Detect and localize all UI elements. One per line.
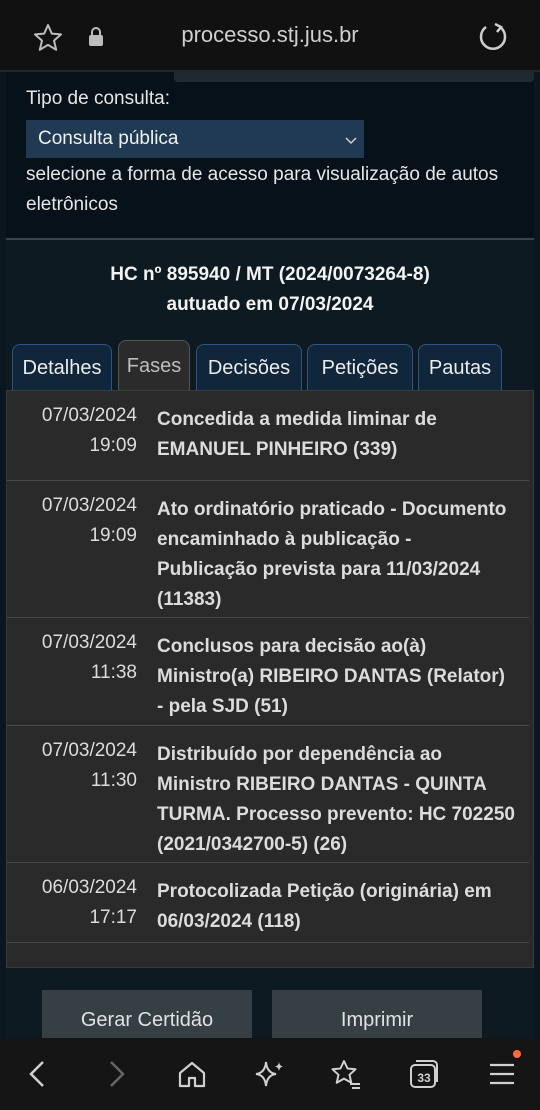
phase-time: 11:38 (90, 662, 137, 683)
browser-bottom-bar (0, 1038, 540, 1110)
chevron-down-icon (344, 132, 358, 146)
list-item: 07/03/2024 19:09 Concedida a medida limi… (7, 391, 529, 481)
phase-description: Concedida a medida liminar de EMANUEL PI… (157, 409, 437, 460)
header-tab-strip (174, 72, 534, 82)
process-title: HC nº 895940 / MT (2024/0073264-8) (110, 264, 430, 285)
list-item: 07/03/2024 11:38 Conclusos para decisão … (7, 618, 529, 726)
bookmarks-icon[interactable] (328, 1056, 364, 1092)
tab-pautas[interactable]: Pautas (418, 344, 502, 392)
divider (6, 238, 534, 240)
phase-date: 07/03/2024 (41, 405, 137, 426)
phase-time: 17:17 (89, 907, 137, 928)
home-icon[interactable] (174, 1056, 210, 1092)
address-bar-url[interactable]: processo.stj.jus.br (0, 22, 540, 48)
back-icon[interactable] (20, 1056, 56, 1092)
phase-description: Ato ordinatório praticado - Documento en… (157, 499, 507, 610)
list-item: 07/03/2024 11:30 Distribuído por dependê… (7, 726, 529, 863)
phase-description: Protocolizada Petição (originária) em 06… (157, 881, 492, 932)
tab-fases[interactable]: Fases (118, 340, 190, 392)
tab-peticoes[interactable]: Petições (307, 344, 413, 392)
sparkle-icon[interactable] (252, 1056, 288, 1092)
phase-time: 19:09 (89, 525, 137, 546)
phase-date: 06/03/2024 (41, 877, 137, 898)
phase-date: 07/03/2024 (41, 740, 137, 761)
phase-time: 11:30 (90, 770, 137, 791)
select-value: Consulta pública (38, 128, 179, 149)
access-hint: selecione a forma de acesso para visuali… (26, 164, 499, 215)
list-item: 06/03/2024 17:17 Protocolizada Petição (… (7, 863, 529, 943)
phases-list: 07/03/2024 19:09 Concedida a medida limi… (6, 390, 534, 968)
tab-count-badge: 33 (417, 1071, 431, 1085)
imprimir-button[interactable]: Imprimir (272, 990, 482, 1038)
phase-date: 07/03/2024 (41, 495, 137, 516)
access-section: Tipo de consulta: Consulta pública selec… (6, 72, 534, 240)
phase-date: 07/03/2024 (41, 632, 137, 653)
tipo-consulta-label: Tipo de consulta: (26, 88, 170, 109)
phase-description: Conclusos para decisão ao(à) Ministro(a)… (157, 636, 505, 717)
process-panel: Tipo de consulta: Consulta pública selec… (6, 72, 534, 1038)
process-subtitle: autuado em 07/03/2024 (166, 294, 374, 315)
notification-dot (513, 1050, 521, 1058)
list-item: 07/03/2024 19:09 Ato ordinatório pratica… (7, 481, 529, 618)
tipo-consulta-select[interactable]: Consulta pública (26, 120, 364, 158)
phase-description: Distribuído por dependência ao Ministro … (157, 744, 515, 855)
menu-icon[interactable] (484, 1056, 520, 1092)
tab-decisoes[interactable]: Decisões (196, 344, 302, 392)
tab-detalhes[interactable]: Detalhes (12, 344, 112, 392)
browser-toolbar: processo.stj.jus.br (0, 0, 540, 72)
reload-icon[interactable] (476, 20, 510, 54)
gerar-certidao-button[interactable]: Gerar Certidão (42, 990, 252, 1038)
phase-time: 19:09 (89, 435, 137, 456)
page-content: Tipo de consulta: Consulta pública selec… (0, 72, 540, 1038)
forward-icon[interactable] (98, 1056, 134, 1092)
